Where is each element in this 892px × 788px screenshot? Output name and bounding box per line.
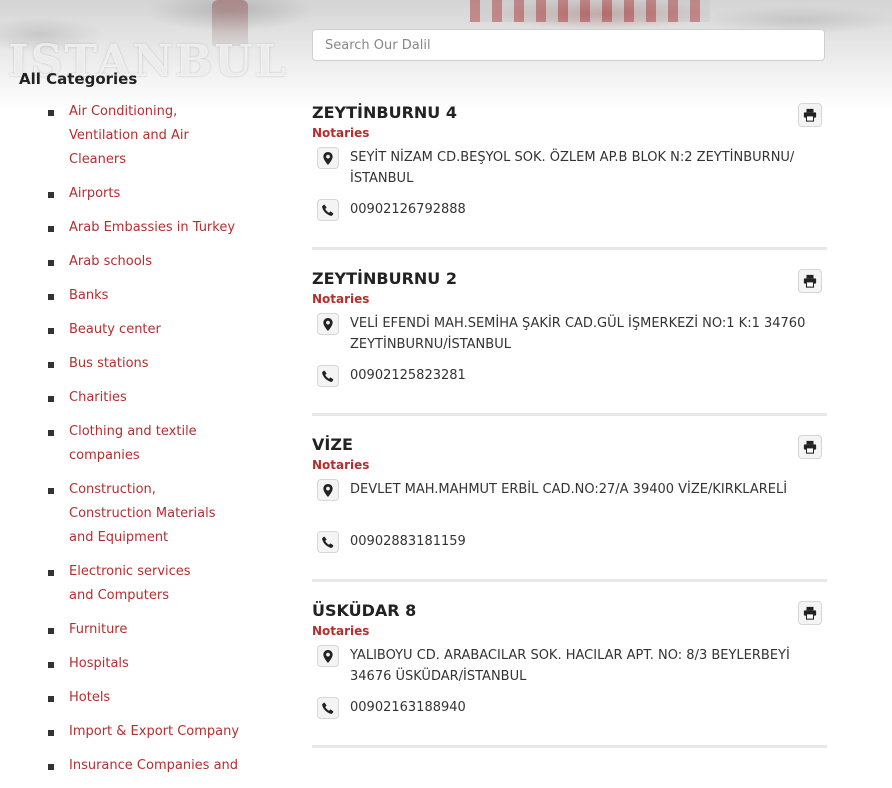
- list-item: Airports: [19, 182, 249, 206]
- phone-icon: [317, 365, 339, 387]
- category-link[interactable]: Bus stations: [69, 352, 249, 376]
- category-link[interactable]: Electronic services and Computers: [69, 560, 214, 608]
- listing-results: ZEYTİNBURNU 4 Notaries SEYİT NİZAM CD.BE…: [312, 102, 827, 766]
- search-input[interactable]: [313, 30, 824, 60]
- listing-phone: 00902126792888: [312, 199, 827, 221]
- list-item: Import & Export Company: [19, 720, 249, 744]
- map-marker-icon: [317, 645, 339, 667]
- address-text: VELİ EFENDİ MAH.SEMİHA ŞAKİR CAD.GÜL İŞM…: [350, 316, 806, 352]
- listing-phone: 00902883181159: [312, 531, 827, 553]
- listing-category[interactable]: Notaries: [312, 125, 827, 142]
- list-item: Charities: [19, 386, 249, 410]
- phone-icon: [317, 697, 339, 719]
- category-link[interactable]: Charities: [69, 386, 249, 410]
- list-item: Insurance Companies and: [19, 754, 249, 778]
- listing-address: YALIBOYU CD. ARABACILAR SOK. HACILAR APT…: [312, 645, 827, 687]
- list-item: Banks: [19, 284, 249, 308]
- map-marker-icon: [317, 479, 339, 501]
- list-item: Arab Embassies in Turkey: [19, 216, 249, 240]
- search-box[interactable]: [312, 29, 825, 61]
- category-link[interactable]: Clothing and textile companies: [69, 420, 199, 468]
- category-list: Air Conditioning, Ventilation and Air Cl…: [19, 100, 249, 778]
- category-link[interactable]: Beauty center: [69, 318, 249, 342]
- banner-domes-illustration: [470, 0, 710, 22]
- listing-address: VELİ EFENDİ MAH.SEMİHA ŞAKİR CAD.GÜL İŞM…: [312, 313, 827, 355]
- category-link[interactable]: Construction, Construction Materials and…: [69, 478, 234, 550]
- category-link[interactable]: Airports: [69, 182, 249, 206]
- listing-address: DEVLET MAH.MAHMUT ERBİL CAD.NO:27/A 3940…: [312, 479, 827, 521]
- print-icon: [803, 108, 817, 122]
- phone-text[interactable]: 00902883181159: [350, 534, 466, 549]
- list-item: Electronic services and Computers: [19, 560, 249, 608]
- listing-category[interactable]: Notaries: [312, 291, 827, 308]
- address-text: SEYİT NİZAM CD.BEŞYOL SOK. ÖZLEM AP.B BL…: [350, 150, 795, 186]
- listing-category[interactable]: Notaries: [312, 623, 827, 640]
- listing-card: ZEYTİNBURNU 2 Notaries VELİ EFENDİ MAH.S…: [312, 268, 827, 416]
- category-link[interactable]: Arab Embassies in Turkey: [69, 216, 249, 240]
- list-item: Furniture: [19, 618, 249, 642]
- map-marker-icon: [317, 147, 339, 169]
- map-marker-icon: [317, 313, 339, 335]
- phone-text[interactable]: 00902163188940: [350, 700, 466, 715]
- category-link[interactable]: Hotels: [69, 686, 249, 710]
- print-button[interactable]: [798, 103, 822, 127]
- address-text: DEVLET MAH.MAHMUT ERBİL CAD.NO:27/A 3940…: [350, 482, 788, 497]
- print-button[interactable]: [798, 269, 822, 293]
- address-text: YALIBOYU CD. ARABACILAR SOK. HACILAR APT…: [350, 648, 790, 684]
- listing-phone: 00902125823281: [312, 365, 827, 387]
- category-link[interactable]: Hospitals: [69, 652, 249, 676]
- listing-title[interactable]: ZEYTİNBURNU 4: [312, 102, 827, 124]
- category-sidebar: All Categories Air Conditioning, Ventila…: [19, 68, 249, 788]
- list-item: Air Conditioning, Ventilation and Air Cl…: [19, 100, 249, 172]
- print-button[interactable]: [798, 601, 822, 625]
- category-link[interactable]: Import & Export Company: [69, 720, 249, 744]
- list-item: Hospitals: [19, 652, 249, 676]
- print-icon: [803, 440, 817, 454]
- list-item: Beauty center: [19, 318, 249, 342]
- phone-text[interactable]: 00902125823281: [350, 368, 466, 383]
- category-link[interactable]: Banks: [69, 284, 249, 308]
- listing-title[interactable]: ZEYTİNBURNU 2: [312, 268, 827, 290]
- listing-card: VİZE Notaries DEVLET MAH.MAHMUT ERBİL CA…: [312, 434, 827, 582]
- listing-title[interactable]: VİZE: [312, 434, 827, 456]
- listing-address: SEYİT NİZAM CD.BEŞYOL SOK. ÖZLEM AP.B BL…: [312, 147, 827, 189]
- listing-category[interactable]: Notaries: [312, 457, 827, 474]
- category-link[interactable]: Insurance Companies and: [69, 754, 249, 778]
- category-link[interactable]: Arab schools: [69, 250, 249, 274]
- list-item: Construction, Construction Materials and…: [19, 478, 249, 550]
- category-link[interactable]: Air Conditioning, Ventilation and Air Cl…: [69, 100, 199, 172]
- phone-text[interactable]: 00902126792888: [350, 202, 466, 217]
- category-link[interactable]: Furniture: [69, 618, 249, 642]
- print-icon: [803, 274, 817, 288]
- print-icon: [803, 606, 817, 620]
- list-item: Clothing and textile companies: [19, 420, 249, 468]
- listing-phone: 00902163188940: [312, 697, 827, 719]
- list-item: Arab schools: [19, 250, 249, 274]
- listing-title[interactable]: ÜSKÜDAR 8: [312, 600, 827, 622]
- list-item: Bus stations: [19, 352, 249, 376]
- listing-card: ÜSKÜDAR 8 Notaries YALIBOYU CD. ARABACIL…: [312, 600, 827, 748]
- sidebar-title: All Categories: [19, 70, 138, 88]
- print-button[interactable]: [798, 435, 822, 459]
- listing-card: ZEYTİNBURNU 4 Notaries SEYİT NİZAM CD.BE…: [312, 102, 827, 250]
- phone-icon: [317, 199, 339, 221]
- phone-icon: [317, 531, 339, 553]
- list-item: Hotels: [19, 686, 249, 710]
